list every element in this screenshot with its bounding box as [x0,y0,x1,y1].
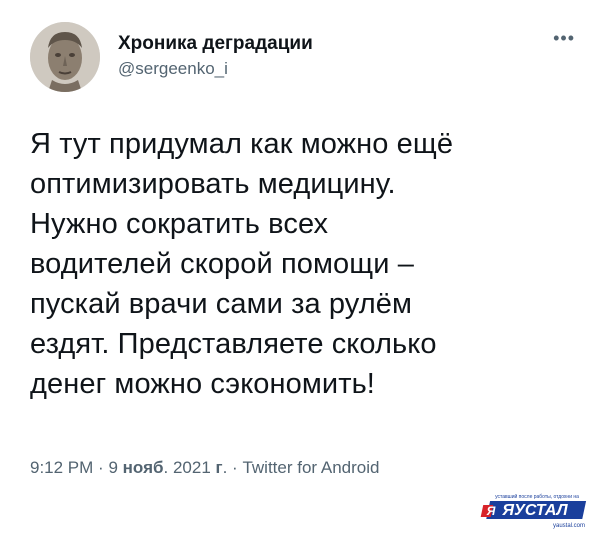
tweet-year-suffix: г [215,458,223,477]
tweet-time[interactable]: 9:12 PM [30,458,93,477]
tweet-line: водителей скорой помощи – [30,248,414,280]
tweet-text: Я тут придумал как можно ещё оптимизиров… [30,124,575,404]
tweet-day[interactable]: 9 [108,458,117,477]
tweet-line: Я тут придумал как можно ещё [30,128,454,160]
separator: . · [222,458,238,477]
svg-text:yaustal.com: yaustal.com [553,523,585,529]
tweet-meta: 9:12 PM · 9 нояб. 2021 г. · Twitter for … [30,456,379,480]
tweet-month[interactable]: нояб [123,458,164,477]
tweet-line: денег можно сэкономить! [30,368,375,400]
tweet-header: Хроника деградации @sergeenko_i ••• [30,22,575,102]
svg-text:ЯУСТАЛ: ЯУСТАЛ [501,502,568,519]
author-names: Хроника деградации @sergeenko_i [118,32,313,80]
separator: · [98,458,104,477]
display-name[interactable]: Хроника деградации [118,32,313,56]
svg-text:Я: Я [486,504,496,518]
tweet-line: оптимизировать медицину. [30,168,396,200]
tweet-line: Нужно сократить всех [30,208,329,240]
tweet-source[interactable]: Twitter for Android [242,458,379,477]
avatar[interactable] [30,22,100,92]
watermark-logo: уставший после работы, отдохни на ЯУСТАЛ… [480,492,595,532]
tweet-line: пускай врачи сами за рулём [30,288,413,320]
tweet-line: ездят. Представляете сколько [30,328,437,360]
svg-text:уставший после работы, отдохни: уставший после работы, отдохни на [495,493,579,500]
tweet-year[interactable]: . 2021 [164,458,211,477]
more-options-icon[interactable]: ••• [553,28,575,49]
user-handle[interactable]: @sergeenko_i [118,58,313,80]
